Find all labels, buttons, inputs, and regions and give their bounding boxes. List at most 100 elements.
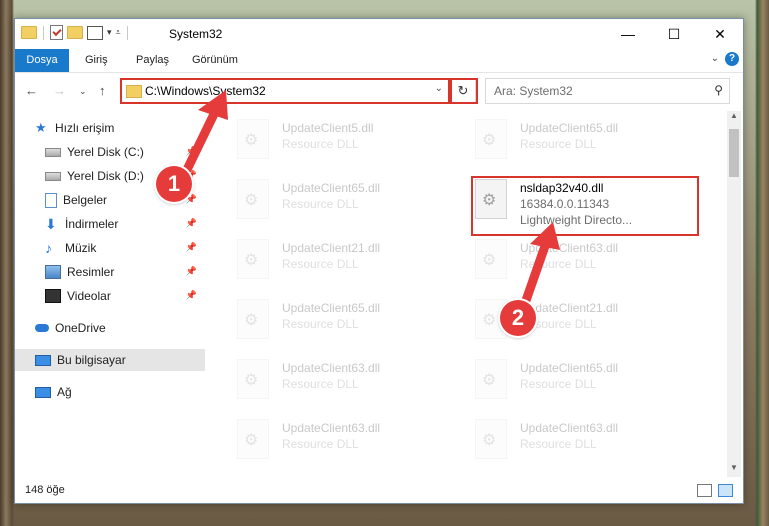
dll-file-icon	[237, 299, 269, 339]
file-description: Resource DLL	[520, 377, 597, 391]
view-switcher	[697, 484, 733, 497]
tab-file[interactable]: Dosya	[15, 49, 69, 72]
pin-icon[interactable]: 📌	[186, 242, 197, 253]
file-description: Resource DLL	[520, 257, 597, 271]
pin-icon[interactable]: 📌	[186, 146, 197, 157]
sidebar-item-label: Ağ	[57, 385, 72, 399]
navigation-pane: ★ Hızlı erişim Yerel Disk (C:) 📌 Yerel D…	[15, 111, 205, 465]
maximize-button[interactable]: ☐	[651, 19, 697, 49]
sidebar-item-videos[interactable]: Videolar 📌	[45, 285, 205, 307]
file-description: Resource DLL	[282, 377, 359, 391]
file-highlight-box	[471, 176, 699, 236]
pin-icon[interactable]: 📌	[186, 290, 197, 301]
document-icon	[45, 192, 57, 208]
back-arrow-icon[interactable]: ←	[25, 83, 38, 98]
list-item[interactable]: UpdateClient63.dll Resource DLL	[211, 415, 441, 465]
file-name: UpdateClient65.dll	[520, 361, 619, 375]
list-item[interactable]: UpdateClient65.dll Resource DLL	[449, 355, 679, 405]
toolbar-separator	[43, 25, 44, 40]
pin-icon[interactable]: 📌	[186, 218, 197, 229]
file-description: Resource DLL	[282, 197, 359, 211]
sidebar-item-music[interactable]: ♪ Müzik 📌	[45, 237, 205, 259]
details-view-icon[interactable]	[697, 484, 712, 497]
drive-icon	[45, 171, 61, 181]
sidebar-item-label: Bu bilgisayar	[57, 353, 126, 367]
tab-share[interactable]: Paylaş	[136, 49, 169, 72]
scroll-up-icon[interactable]: ▲	[727, 111, 741, 125]
sidebar-item-this-pc[interactable]: Bu bilgisayar	[15, 349, 205, 371]
file-description: Resource DLL	[520, 137, 597, 151]
list-item[interactable]: UpdateClient65.dll Resource DLL	[211, 295, 441, 345]
file-name: UpdateClient63.dll	[520, 421, 619, 435]
sidebar-item-onedrive[interactable]: OneDrive	[35, 317, 205, 339]
search-box[interactable]: Ara: System32 ⚲	[485, 78, 730, 104]
scrollbar-thumb[interactable]	[729, 129, 739, 177]
title-bar: ▾ ⩡ System32 — ☐ ✕	[15, 19, 743, 49]
dll-file-icon	[237, 179, 269, 219]
sidebar-item-label: Müzik	[65, 241, 97, 255]
file-description: Resource DLL	[282, 137, 359, 151]
sidebar-item-label: Resimler	[67, 265, 115, 279]
dll-file-icon	[237, 239, 269, 279]
sidebar-item-label: Hızlı erişim	[55, 121, 115, 135]
sidebar-item-downloads[interactable]: ⬇ İndirmeler 📌	[45, 213, 205, 235]
list-item[interactable]: UpdateClient21.dll Resource DLL	[449, 295, 679, 345]
list-item[interactable]: UpdateClient65.dll Resource DLL	[211, 175, 441, 225]
list-item[interactable]: UpdateClient63.dll Resource DLL	[449, 235, 679, 285]
tab-home[interactable]: Giriş	[85, 49, 108, 72]
minimize-button[interactable]: —	[605, 19, 651, 49]
view-options-icon[interactable]	[87, 25, 103, 40]
status-bar: 148 öğe	[15, 479, 743, 503]
list-item[interactable]: UpdateClient5.dll Resource DLL	[211, 115, 441, 165]
pin-icon[interactable]: 📌	[186, 266, 197, 277]
properties-icon[interactable]	[50, 25, 63, 40]
tiles-view-icon[interactable]	[718, 484, 733, 497]
star-icon: ★	[35, 120, 47, 135]
search-icon[interactable]: ⚲	[714, 83, 723, 97]
refresh-highlight-box	[450, 78, 478, 104]
forward-arrow-icon[interactable]: →	[53, 83, 66, 98]
sidebar-item-label: İndirmeler	[65, 217, 119, 231]
recent-locations-chevron-icon[interactable]: ⌄	[79, 86, 87, 97]
list-item[interactable]: UpdateClient63.dll Resource DLL	[449, 415, 679, 465]
chevron-down-icon[interactable]: ▾	[107, 27, 112, 38]
dll-file-icon	[475, 419, 507, 459]
sidebar-item-label: OneDrive	[55, 321, 106, 335]
list-item[interactable]: UpdateClient21.dll Resource DLL	[211, 235, 441, 285]
quick-access-toolbar: ▾ ⩡	[21, 25, 130, 40]
folder-icon[interactable]	[21, 26, 37, 39]
pictures-icon	[45, 265, 61, 279]
scroll-down-icon[interactable]: ▼	[727, 463, 741, 477]
sidebar-item-network[interactable]: Ağ	[35, 381, 205, 403]
videos-icon	[45, 289, 61, 303]
sidebar-item-pictures[interactable]: Resimler 📌	[45, 261, 205, 283]
tab-view[interactable]: Görünüm	[192, 49, 238, 72]
list-item[interactable]: UpdateClient65.dll Resource DLL	[449, 115, 679, 165]
dll-file-icon	[475, 239, 507, 279]
expand-ribbon-icon[interactable]: ⌄	[711, 53, 719, 64]
up-arrow-icon[interactable]: ↑	[99, 83, 106, 98]
customize-toolbar-icon[interactable]: ⩡	[116, 27, 121, 38]
new-folder-icon[interactable]	[67, 26, 83, 39]
file-description: Resource DLL	[282, 257, 359, 271]
ribbon-tabs: Dosya Giriş Paylaş Görünüm ⌄ ?	[15, 49, 743, 73]
close-button[interactable]: ✕	[697, 19, 743, 49]
file-name: UpdateClient63.dll	[520, 241, 619, 255]
window-controls: — ☐ ✕	[605, 19, 743, 49]
sidebar-item-local-disk-c[interactable]: Yerel Disk (C:) 📌	[45, 141, 205, 163]
list-item[interactable]: UpdateClient63.dll Resource DLL	[211, 355, 441, 405]
download-icon: ⬇	[45, 216, 57, 232]
sidebar-item-label: Belgeler	[63, 193, 108, 207]
sidebar-item-label: Videolar	[67, 289, 111, 303]
help-icon[interactable]: ?	[725, 52, 739, 66]
sidebar-item-label: Yerel Disk (C:)	[67, 145, 144, 159]
step-badge-2: 2	[500, 300, 536, 336]
dll-file-icon	[237, 359, 269, 399]
file-explorer-window: ▾ ⩡ System32 — ☐ ✕ Dosya Giriş Paylaş Gö…	[14, 18, 744, 504]
vertical-scrollbar[interactable]: ▲ ▼	[727, 111, 741, 477]
sidebar-item-label: Yerel Disk (D:)	[67, 169, 144, 183]
dll-file-icon	[475, 119, 507, 159]
file-name: UpdateClient5.dll	[282, 121, 374, 135]
file-description: Resource DLL	[520, 437, 597, 451]
sidebar-item-quick-access[interactable]: ★ Hızlı erişim	[35, 117, 205, 139]
